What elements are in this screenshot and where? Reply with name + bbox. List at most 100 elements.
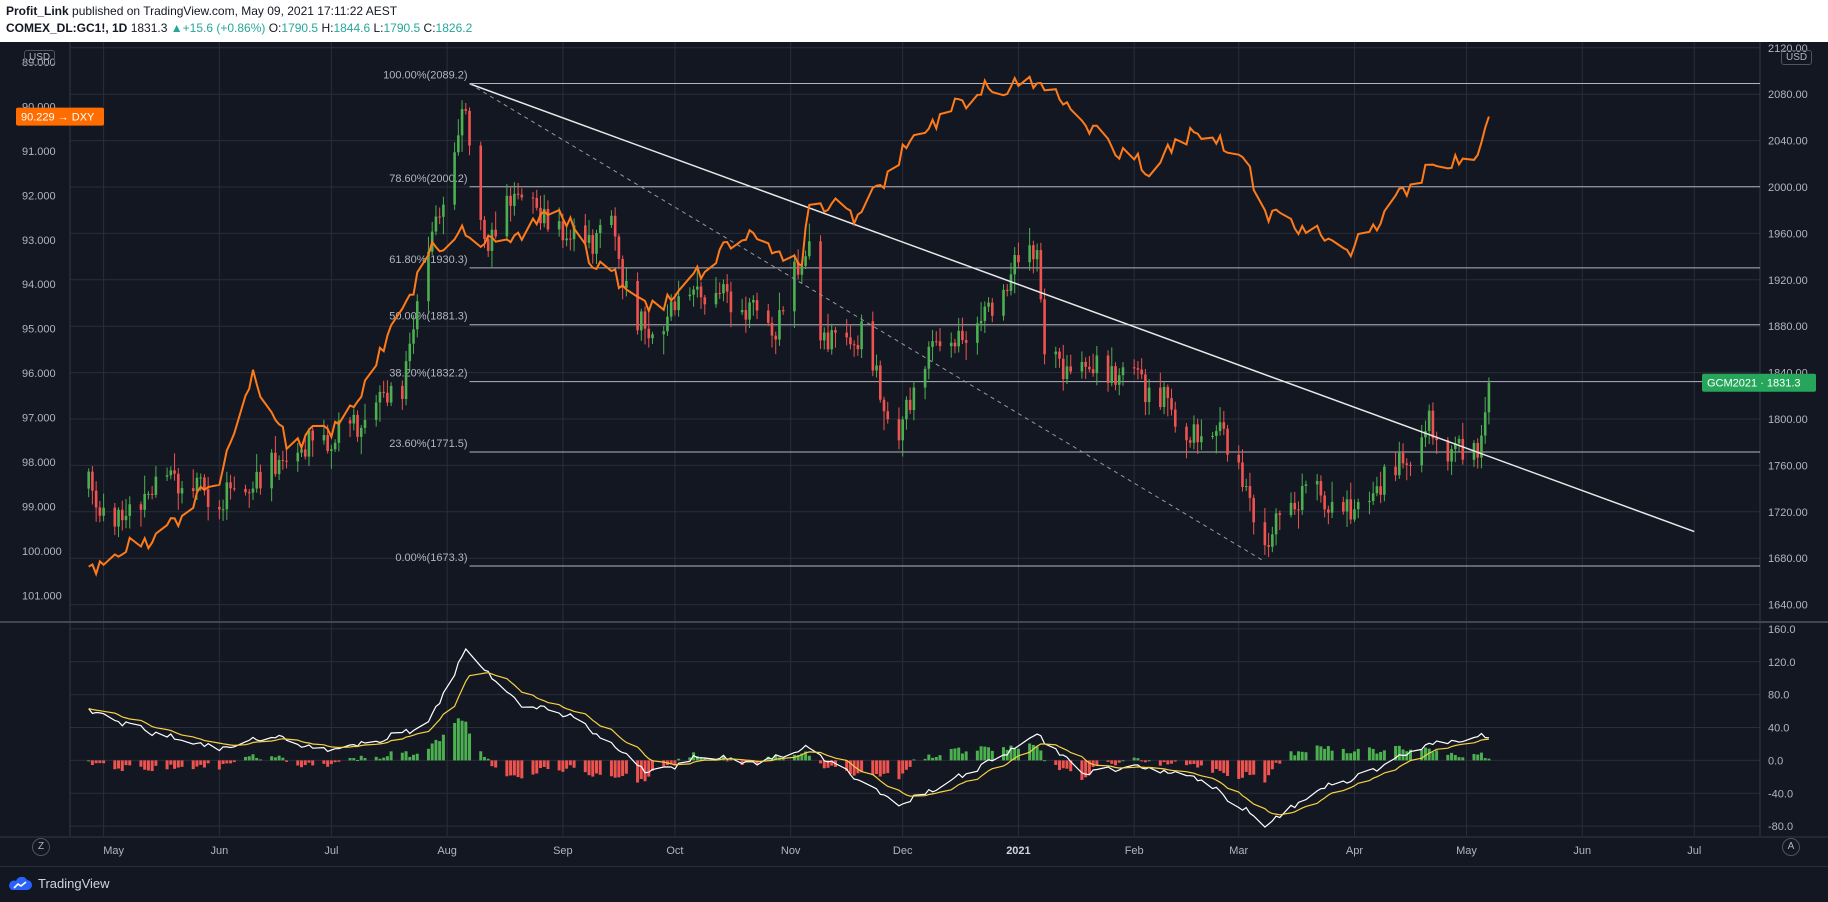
histogram-bar: [1061, 760, 1065, 769]
histogram-bar: [1461, 757, 1465, 761]
right-axis-tick: 1880.00: [1768, 321, 1808, 333]
histogram-bar: [1487, 758, 1491, 761]
histogram-bar: [426, 748, 430, 761]
author-name[interactable]: Profit_Link: [6, 4, 69, 18]
candle-body: [979, 320, 983, 324]
candle-body: [505, 195, 509, 237]
candle-body: [1461, 438, 1465, 460]
chart-area[interactable]: 100.00%(2089.2)78.60%(2000.2)61.80%(1930…: [0, 42, 1828, 866]
candle-body: [232, 488, 236, 490]
candle-body: [688, 294, 692, 297]
currency-badge-left[interactable]: USD: [24, 50, 56, 65]
candle-body: [191, 488, 195, 492]
left-axis-tick: 96.000: [22, 368, 56, 380]
histogram-bar: [505, 760, 509, 777]
right-axis-tick: 2080.00: [1768, 89, 1808, 101]
candle-body: [934, 341, 938, 343]
candle-body: [610, 215, 613, 226]
histogram-bar: [1031, 744, 1035, 761]
candle-body: [651, 334, 654, 339]
candle-body: [277, 460, 281, 475]
low-value: 1790.5: [383, 21, 421, 35]
histogram-bar: [180, 760, 184, 767]
histogram-bar: [1289, 751, 1293, 761]
candle-body: [1263, 522, 1267, 546]
symbol-label[interactable]: COMEX_DL:GC1!, 1D: [6, 21, 127, 35]
time-axis-tick: Sep: [553, 845, 573, 857]
histogram-bar: [124, 760, 128, 766]
currency-badge-right[interactable]: USD: [1781, 50, 1813, 65]
zoom-reset-button[interactable]: Z: [32, 838, 50, 856]
candle-body: [1173, 409, 1177, 427]
candle-body: [98, 507, 102, 516]
candle-body: [352, 414, 356, 424]
histogram-bar: [609, 760, 613, 777]
candle-body: [1215, 431, 1218, 436]
auto-scale-button[interactable]: A: [1782, 838, 1800, 856]
histogram-bar: [206, 760, 210, 764]
candle-body: [203, 477, 206, 490]
candle-body: [845, 332, 848, 338]
candle-body: [957, 330, 960, 347]
candle-body: [102, 507, 105, 516]
symbol-info-bar: COMEX_DL:GC1!, 1D 1831.3 ▲+15.6 (+0.86%)…: [6, 21, 472, 35]
histogram-bar: [1192, 760, 1196, 765]
close-label: C:: [423, 21, 436, 35]
candle-body: [180, 488, 184, 494]
histogram-bar: [520, 760, 524, 779]
histogram-bar: [1371, 748, 1375, 761]
histogram-bar: [255, 757, 259, 761]
histogram-bar: [729, 759, 733, 761]
candle-body: [1200, 436, 1203, 443]
histogram-bar: [90, 760, 94, 766]
candle-body: [1487, 382, 1491, 413]
histogram-bar: [217, 760, 221, 770]
histogram-bar: [587, 760, 591, 776]
candle-body: [830, 330, 834, 350]
candle-body: [401, 385, 404, 400]
candle-body: [150, 493, 154, 495]
candle-body: [494, 229, 497, 237]
chart-canvas[interactable]: 100.00%(2089.2)78.60%(2000.2)61.80%(1930…: [0, 42, 1828, 866]
histogram-bar: [987, 747, 991, 761]
histogram-bar: [258, 759, 262, 761]
candle-body: [886, 411, 890, 420]
candle-body: [199, 477, 202, 479]
histogram-bar: [1170, 760, 1174, 764]
candle-body: [923, 368, 927, 388]
histogram-bar: [990, 750, 994, 761]
candle-body: [176, 473, 180, 494]
candle-body: [195, 477, 199, 492]
histogram-bar: [191, 760, 195, 770]
time-axis-tick: Mar: [1229, 845, 1248, 857]
tradingview-logo[interactable]: TradingView: [8, 876, 110, 891]
candle-body: [1196, 424, 1199, 443]
candle-body: [229, 482, 232, 489]
candle-body: [1035, 250, 1039, 260]
histogram-bar: [561, 760, 565, 772]
candle-body: [1002, 289, 1005, 316]
histogram-bar: [1323, 748, 1327, 761]
candle-body: [296, 452, 300, 462]
histogram-bar: [453, 722, 457, 761]
candle-body: [1315, 481, 1319, 485]
candle-body: [912, 387, 916, 411]
candle-body: [591, 234, 595, 254]
histogram-bar: [94, 760, 98, 764]
histogram-bar: [878, 760, 882, 777]
right-axis-tick: 1720.00: [1768, 507, 1808, 519]
candle-body: [1226, 428, 1229, 455]
candle-body: [1319, 481, 1323, 496]
histogram-bar: [1431, 752, 1435, 761]
candle-body: [1162, 386, 1166, 408]
histogram-bar: [479, 751, 483, 761]
candle-body: [718, 293, 722, 295]
candle-body: [699, 286, 703, 298]
candle-body: [490, 229, 494, 251]
candle-body: [703, 297, 707, 305]
histogram-bar: [927, 754, 931, 761]
histogram-bar: [931, 757, 935, 761]
candle-body: [878, 365, 882, 400]
candle-body: [1349, 499, 1353, 520]
candle-body: [128, 504, 132, 516]
